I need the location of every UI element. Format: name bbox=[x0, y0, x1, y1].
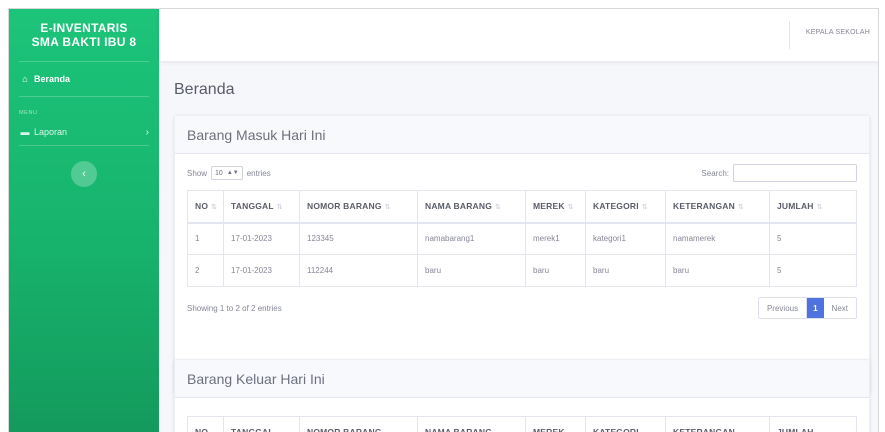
cell-keterangan: namamerek bbox=[665, 222, 770, 255]
pagination-page-1[interactable]: 1 bbox=[807, 298, 824, 318]
cell-no: 2 bbox=[187, 254, 224, 287]
user-menu[interactable]: KEPALA SEKOLAH bbox=[806, 29, 870, 36]
sort-icon: ⇅ bbox=[276, 204, 283, 212]
table-info: Showing 1 to 2 of 2 entries bbox=[187, 304, 282, 313]
sidebar-toggle-button[interactable]: ‹ bbox=[71, 161, 97, 187]
table-header-row: NO TANGGAL NOMOR BARANG NAMA BARANG MERE… bbox=[187, 416, 857, 432]
select-arrows-icon: ▲▼ bbox=[226, 170, 239, 176]
entries-label: entries bbox=[246, 168, 271, 178]
column-header-jumlah[interactable]: JUMLAH ⇅ bbox=[769, 190, 857, 224]
cell-keterangan: baru bbox=[665, 254, 770, 287]
barang-masuk-card: Barang Masuk Hari Ini Show 10 ▲▼ entries… bbox=[174, 115, 870, 393]
cell-nomor-barang: 123345 bbox=[299, 222, 418, 255]
cell-jumlah: 5 bbox=[769, 222, 857, 255]
sort-icon: ⇅ bbox=[384, 204, 391, 212]
folder-icon: ▬ bbox=[20, 127, 30, 137]
search-input[interactable] bbox=[733, 164, 857, 182]
cell-no: 1 bbox=[187, 222, 224, 255]
column-header-nama-barang[interactable]: NAMA BARANG bbox=[417, 416, 526, 432]
column-header-keterangan[interactable]: KETERANGAN bbox=[665, 416, 770, 432]
pagination: Previous 1 Next bbox=[757, 297, 857, 319]
page-title: Beranda bbox=[174, 81, 235, 98]
cell-jumlah: 5 bbox=[769, 254, 857, 287]
cell-tanggal: 17-01-2023 bbox=[223, 222, 300, 255]
topbar-divider bbox=[789, 21, 790, 49]
app-window: E-INVENTARIS SMA BAKTI IBU 8 ⌂ Beranda M… bbox=[8, 8, 879, 432]
sidebar: E-INVENTARIS SMA BAKTI IBU 8 ⌂ Beranda M… bbox=[9, 9, 159, 432]
sidebar-item-beranda[interactable]: ⌂ Beranda bbox=[9, 62, 159, 96]
brand-line2: SMA BAKTI IBU 8 bbox=[31, 35, 137, 49]
topbar: KEPALA SEKOLAH bbox=[159, 9, 878, 61]
column-header-tanggal[interactable]: TANGGAL ⇅ bbox=[223, 190, 300, 224]
cell-tanggal: 17-01-2023 bbox=[223, 254, 300, 287]
column-header-keterangan[interactable]: KETERANGAN ⇅ bbox=[665, 190, 770, 224]
cell-merek: merek1 bbox=[525, 222, 586, 255]
sort-icon: ⇅ bbox=[816, 204, 823, 212]
entries-value: 10 bbox=[215, 169, 223, 177]
search-label: Search: bbox=[701, 168, 729, 178]
column-header-nama-barang[interactable]: NAMA BARANG ⇅ bbox=[417, 190, 526, 224]
chevron-right-icon: › bbox=[145, 126, 149, 138]
chevron-left-icon: ‹ bbox=[82, 168, 86, 180]
barang-keluar-card: Barang Keluar Hari Ini NO TANGGAL NOMOR … bbox=[174, 359, 870, 432]
table-search: Search: bbox=[701, 164, 857, 182]
sort-icon: ⇅ bbox=[641, 204, 648, 212]
entries-select[interactable]: 10 ▲▼ bbox=[211, 166, 243, 180]
pagination-next[interactable]: Next bbox=[824, 298, 856, 318]
entries-length: Show 10 ▲▼ entries bbox=[187, 166, 271, 180]
column-header-no[interactable]: NO bbox=[187, 416, 224, 432]
sort-icon: ⇅ bbox=[737, 204, 745, 212]
barang-masuk-table: NO ⇅ TANGGAL ⇅ NOMOR BARANG ⇅ NAMA BARANG ⇅ … bbox=[187, 190, 857, 287]
sort-icon: ⇅ bbox=[567, 204, 574, 212]
cell-nama-barang: namabarang1 bbox=[417, 222, 526, 255]
card-title: Barang Keluar Hari Ini bbox=[175, 360, 869, 398]
table-row: 2 17-01-2023 112244 baru baru baru baru … bbox=[187, 254, 857, 287]
sort-icon: ⇅ bbox=[211, 204, 218, 212]
pagination-previous[interactable]: Previous bbox=[759, 298, 808, 318]
show-label: Show bbox=[187, 168, 208, 178]
column-header-nomor-barang[interactable]: NOMOR BARANG bbox=[299, 416, 418, 432]
table-row: 1 17-01-2023 123345 namabarang1 merek1 k… bbox=[187, 222, 857, 255]
sidebar-heading: MENU bbox=[19, 110, 38, 116]
column-header-tanggal[interactable]: TANGGAL bbox=[223, 416, 300, 432]
cell-nama-barang: baru bbox=[417, 254, 526, 287]
brand-line1: E-INVENTARIS bbox=[40, 21, 128, 35]
cell-merek: baru bbox=[525, 254, 586, 287]
cell-kategori: baru bbox=[585, 254, 666, 287]
column-header-kategori[interactable]: KATEGORI bbox=[585, 416, 666, 432]
column-header-merek[interactable]: MEREK ⇅ bbox=[525, 190, 586, 224]
sidebar-item-laporan[interactable]: ▬ Laporan › bbox=[9, 119, 159, 145]
cell-kategori: kategori1 bbox=[585, 222, 666, 255]
cell-nomor-barang: 112244 bbox=[299, 254, 418, 287]
sidebar-item-label: Laporan bbox=[34, 127, 68, 137]
column-header-nomor-barang[interactable]: NOMOR BARANG ⇅ bbox=[299, 190, 418, 224]
column-header-no[interactable]: NO ⇅ bbox=[187, 190, 224, 224]
brand[interactable]: E-INVENTARIS SMA BAKTI IBU 8 bbox=[9, 9, 159, 61]
card-title: Barang Masuk Hari Ini bbox=[175, 116, 869, 154]
column-header-merek[interactable]: MEREK bbox=[525, 416, 586, 432]
home-icon: ⌂ bbox=[22, 74, 28, 84]
table-header-row: NO ⇅ TANGGAL ⇅ NOMOR BARANG ⇅ NAMA BARANG ⇅ … bbox=[187, 190, 857, 224]
barang-keluar-table: NO TANGGAL NOMOR BARANG NAMA BARANG MERE… bbox=[187, 416, 857, 432]
sort-icon: ⇅ bbox=[495, 204, 502, 212]
sidebar-item-label: Beranda bbox=[34, 74, 71, 84]
column-header-kategori[interactable]: KATEGORI ⇅ bbox=[585, 190, 666, 224]
main-content: Beranda Barang Masuk Hari Ini Show 10 ▲▼… bbox=[159, 61, 878, 432]
column-header-jumlah[interactable]: JUMLAH bbox=[769, 416, 857, 432]
